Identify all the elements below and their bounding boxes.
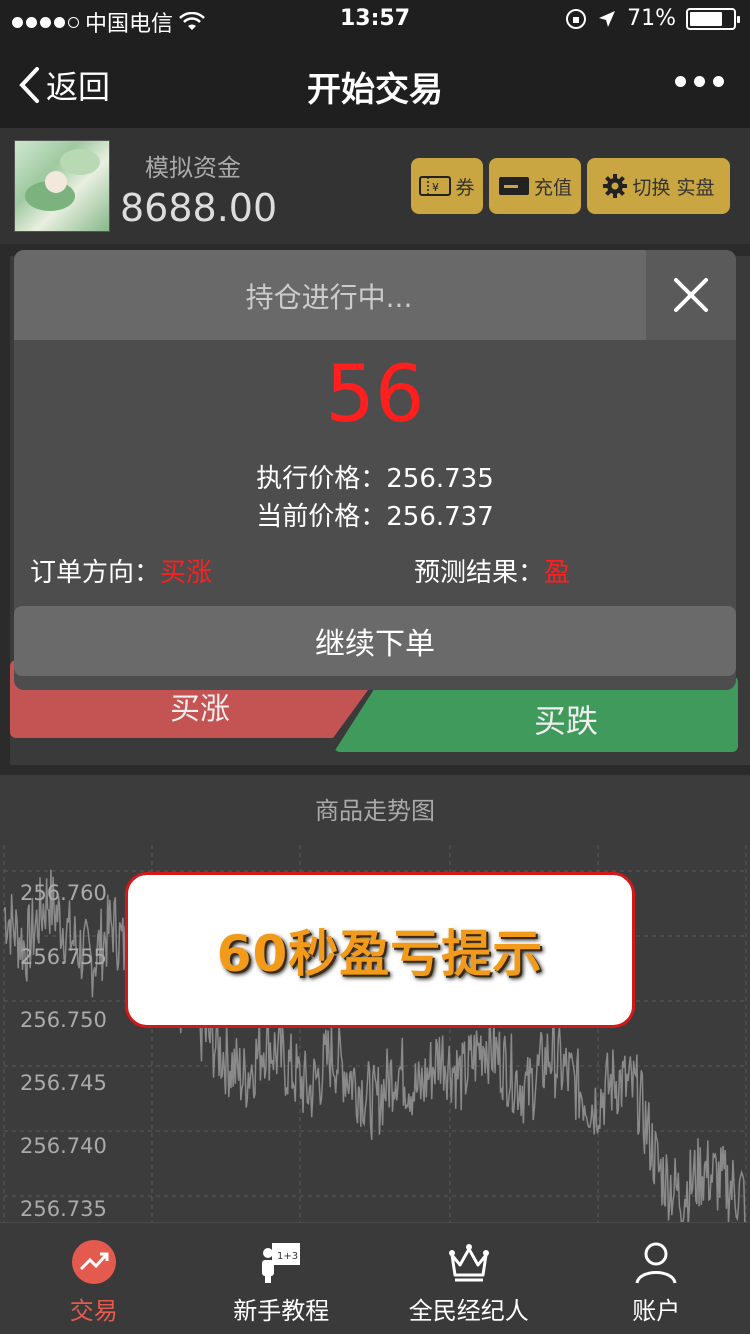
user-icon	[635, 1242, 677, 1284]
tab-label: 账户	[632, 1297, 681, 1325]
prediction-label: 预测结果：	[414, 558, 545, 588]
more-icon[interactable]	[675, 76, 724, 87]
status-bar: 中国电信 13:57 71%	[0, 0, 750, 40]
position-modal: 持仓进行中... 56 执行价格：256.735 当前价格：256.737 订单…	[14, 250, 736, 690]
current-price-row: 当前价格：256.737	[14, 496, 736, 533]
teacher-icon: 1+3	[262, 1243, 301, 1283]
status-right: 71%	[565, 6, 740, 31]
order-direction-row: 订单方向：买涨	[30, 552, 212, 589]
coupon-label: 券	[455, 176, 475, 199]
tab-bar: 交易 1+3 新手教程 全民经纪人 账户	[0, 1222, 750, 1334]
close-button[interactable]	[646, 250, 736, 340]
svg-text:¥: ¥	[432, 181, 439, 194]
exec-price-label: 执行价格：	[256, 464, 387, 494]
page-title: 开始交易	[307, 70, 443, 110]
tab-label: 新手教程	[233, 1297, 330, 1325]
card-icon	[498, 177, 529, 195]
modal-title: 持仓进行中...	[245, 281, 413, 314]
coupon-button[interactable]: ¥ 券	[411, 158, 483, 214]
promo-banner: 60秒盈亏提示	[125, 872, 635, 1028]
tab-broker[interactable]: 全民经纪人	[375, 1223, 563, 1334]
chart-title: 商品走势图	[315, 797, 435, 825]
tab-tutorial[interactable]: 1+3 新手教程	[188, 1223, 376, 1334]
y-tick-label: 256.760	[20, 881, 107, 905]
direction-label: 订单方向：	[30, 558, 161, 588]
gear-icon	[603, 174, 628, 198]
y-tick-label: 256.755	[20, 945, 107, 969]
account-header: 模拟资金 8688.00 ¥ 券 充值 切换 实盘	[0, 128, 750, 244]
y-tick-label: 256.750	[20, 1008, 107, 1032]
nav-bar: 返回 开始交易	[0, 40, 750, 128]
battery-percent: 71%	[627, 6, 676, 31]
switch-label: 切换 实盘	[632, 176, 715, 199]
y-tick-label: 256.745	[20, 1071, 107, 1095]
avatar	[14, 140, 110, 232]
current-price-label: 当前价格：	[256, 502, 387, 532]
y-tick-label: 256.735	[20, 1197, 107, 1221]
prediction-row: 预测结果：盈	[414, 552, 570, 589]
banner-text: 60秒盈亏提示	[216, 925, 544, 983]
current-price-value: 256.737	[386, 502, 494, 532]
prediction-value: 盈	[544, 558, 571, 588]
close-icon	[674, 278, 708, 312]
orientation-lock-icon	[566, 8, 587, 29]
exec-price-row: 执行价格：256.735	[14, 458, 736, 495]
svg-text:1+3: 1+3	[277, 1251, 298, 1262]
recharge-button[interactable]: 充值	[489, 158, 581, 214]
section-divider	[0, 765, 750, 775]
countdown-timer: 56	[325, 350, 425, 440]
direction-value: 买涨	[160, 558, 213, 588]
tab-account[interactable]: 账户	[563, 1223, 750, 1334]
tab-trade[interactable]: 交易	[0, 1223, 188, 1334]
fund-value: 8688.00	[120, 186, 278, 230]
buy-down-label: 买跌	[533, 702, 598, 740]
y-tick-label: 256.740	[20, 1134, 107, 1158]
buy-up-label: 买涨	[170, 692, 230, 727]
continue-order-button[interactable]: 继续下单	[14, 606, 736, 676]
trend-up-icon	[71, 1240, 116, 1284]
modal-header: 持仓进行中...	[14, 250, 736, 340]
recharge-label: 充值	[533, 176, 572, 199]
tab-label: 全民经纪人	[408, 1297, 529, 1325]
switch-live-button[interactable]: 切换 实盘	[587, 158, 730, 214]
battery-icon	[686, 7, 740, 30]
location-arrow-icon	[599, 10, 616, 27]
ticket-icon: ¥	[419, 176, 452, 196]
crown-icon	[448, 1244, 489, 1282]
fund-label: 模拟资金	[145, 154, 241, 182]
exec-price-value: 256.735	[386, 464, 494, 494]
tab-label: 交易	[69, 1297, 118, 1325]
